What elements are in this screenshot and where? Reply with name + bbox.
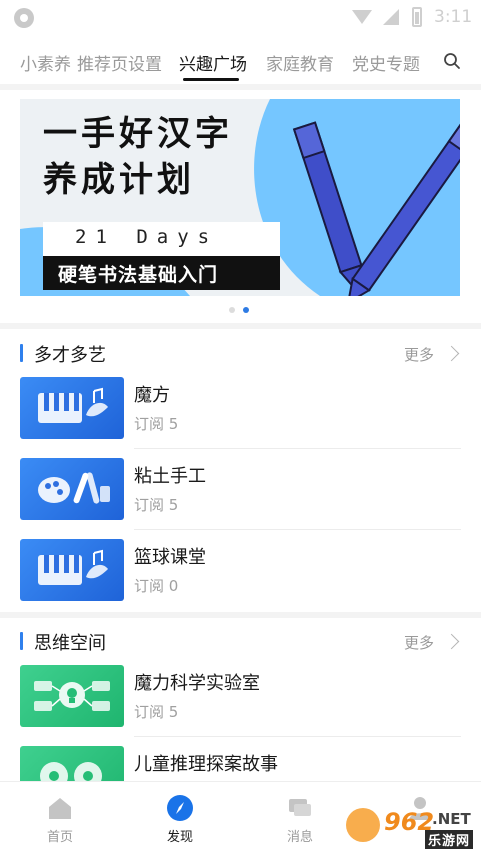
watermark-text: 乐游网 xyxy=(425,830,474,849)
tab-literacy[interactable]: 小素养 xyxy=(20,50,71,75)
tab-family-education[interactable]: 家庭教育 xyxy=(266,50,334,75)
idea-network-icon xyxy=(20,665,124,727)
divider xyxy=(0,323,481,329)
nav-messages[interactable]: 消息 xyxy=(260,782,340,856)
tab-recommend-settings[interactable]: 推荐页设置 xyxy=(77,50,162,75)
item-subscription-count: 订阅 0 xyxy=(134,577,179,595)
site-watermark: 962 .NET 乐游网 xyxy=(340,800,478,850)
list-item[interactable]: 魔力科学实验室 订阅 5 xyxy=(20,665,461,737)
section-title-talents: 多才多艺 xyxy=(34,345,106,366)
piano-music-icon xyxy=(20,377,124,439)
nav-label: 发现 xyxy=(166,830,193,845)
battery-icon xyxy=(412,7,422,27)
chevron-right-icon[interactable] xyxy=(443,345,460,362)
nav-label: 首页 xyxy=(46,830,73,845)
wifi-icon xyxy=(352,10,372,24)
app-status-icon xyxy=(14,8,34,28)
item-subscription-count: 订阅 5 xyxy=(134,703,179,721)
nav-label: 消息 xyxy=(286,830,313,845)
section-accent-bar xyxy=(20,632,23,650)
piano-music-icon xyxy=(20,539,124,601)
section-more-link[interactable]: 更多 xyxy=(404,344,434,365)
signal-icon xyxy=(383,9,399,25)
tab-party-history[interactable]: 党史专题 xyxy=(352,50,420,75)
divider xyxy=(134,448,461,449)
list-item[interactable]: 粘土手工 订阅 5 xyxy=(20,458,461,530)
item-title: 篮球课堂 xyxy=(134,547,206,568)
category-tab-bar: 小素养 推荐页设置 兴趣广场 家庭教育 党史专题 xyxy=(0,40,481,84)
item-title: 魔力科学实验室 xyxy=(134,673,260,694)
list-item[interactable]: 魔方 订阅 5 xyxy=(20,377,461,449)
divider xyxy=(0,84,481,90)
nav-home[interactable]: 首页 xyxy=(20,782,100,856)
carousel-dot-active[interactable] xyxy=(243,307,249,313)
item-title: 儿童推理探案故事 xyxy=(134,754,278,775)
item-subscription-count: 订阅 5 xyxy=(134,415,179,433)
divider xyxy=(0,612,481,618)
status-bar: 3:11 xyxy=(0,0,481,36)
section-more-link[interactable]: 更多 xyxy=(404,632,434,653)
home-icon xyxy=(49,798,71,819)
divider xyxy=(134,736,461,737)
tab-interest-square[interactable]: 兴趣广场 xyxy=(179,50,247,75)
chat-icon xyxy=(289,799,311,816)
banner-title-line2: 养成计划 xyxy=(43,160,195,200)
banner-title-line1: 一手好汉字 xyxy=(43,114,233,154)
banner-subtitle: 硬笔书法基础入门 xyxy=(58,264,219,286)
item-title: 粘土手工 xyxy=(134,466,206,487)
watermark-logo xyxy=(346,808,380,842)
active-tab-indicator xyxy=(183,78,239,81)
item-subscription-count: 订阅 5 xyxy=(134,496,179,514)
divider xyxy=(134,529,461,530)
list-item[interactable]: 篮球课堂 订阅 0 xyxy=(20,539,461,611)
gears-icon xyxy=(20,746,124,781)
art-tools-icon xyxy=(20,458,124,520)
search-icon[interactable] xyxy=(443,52,461,70)
carousel-dot[interactable] xyxy=(229,307,235,313)
section-accent-bar xyxy=(20,344,23,362)
chevron-right-icon[interactable] xyxy=(443,633,460,650)
item-title: 魔方 xyxy=(134,385,170,406)
banner-days-label: 21 Days xyxy=(75,226,219,248)
compass-icon xyxy=(167,795,193,821)
nav-discover[interactable]: 发现 xyxy=(140,782,220,856)
watermark-suffix: .NET xyxy=(432,810,471,828)
list-item[interactable]: 儿童推理探案故事 xyxy=(20,746,461,781)
section-title-thinking: 思维空间 xyxy=(34,633,106,654)
status-time: 3:11 xyxy=(434,7,473,27)
